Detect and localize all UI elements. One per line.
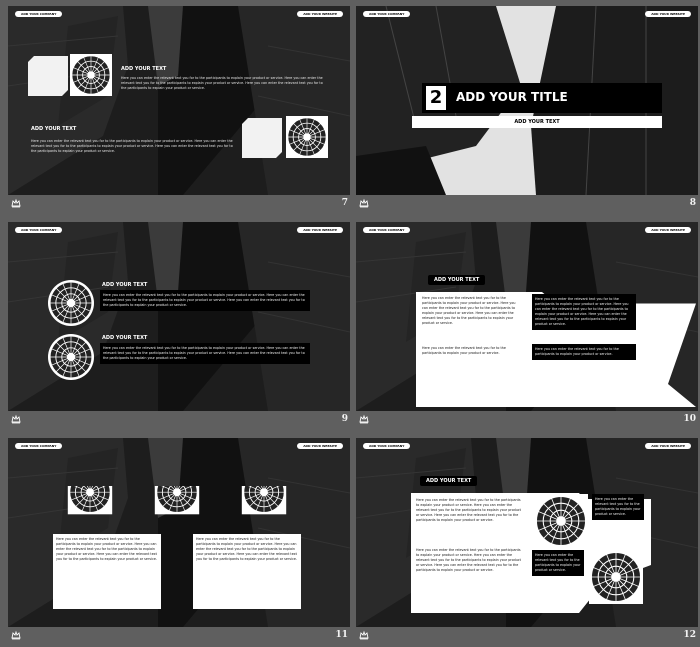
glass-dome-icon <box>140 486 214 528</box>
title-digit: 2 <box>426 86 446 110</box>
paragraph-main: Here you can enter the relevant text you… <box>416 498 521 522</box>
crown-star-icon <box>11 414 21 424</box>
website-pill: ADD YOUR WEBSITE <box>645 443 691 449</box>
slide-footer: 9 <box>8 411 350 431</box>
crown-star-icon <box>11 198 21 208</box>
glass-dome-icon <box>53 486 127 528</box>
slide-number: 8 <box>689 198 696 208</box>
slide-number: 9 <box>341 414 348 424</box>
glass-dome-icon <box>48 280 94 326</box>
slide-footer: 11 <box>8 627 350 647</box>
slide-thumbnail-7[interactable]: ADD YOUR COMPANY ADD YOUR WEBSITE ADD YO… <box>8 6 350 215</box>
heading-2: ADD YOUR TEXT <box>102 335 148 341</box>
glass-dome-icon <box>48 334 94 380</box>
company-pill: ADD YOUR COMPANY <box>15 443 63 449</box>
white-shape <box>28 56 68 96</box>
glass-dome-icon <box>227 486 301 528</box>
slide-thumbnail-8[interactable]: ADD YOUR COMPANY ADD YOUR WEBSITE 2 ADD … <box>356 6 698 215</box>
paragraph-left: Here you can enter the relevant text you… <box>422 296 516 325</box>
company-pill: ADD YOUR COMPANY <box>15 227 63 233</box>
slide-canvas: ADD YOUR COMPANY ADD YOUR WEBSITE ADD YO… <box>356 222 698 411</box>
slide-canvas: ADD YOUR COMPANY ADD YOUR WEBSITE ADD YO… <box>8 6 350 195</box>
slide-thumbnail-10[interactable]: ADD YOUR COMPANY ADD YOUR WEBSITE ADD YO… <box>356 222 698 431</box>
website-pill: ADD YOUR WEBSITE <box>645 227 691 233</box>
company-pill: ADD YOUR COMPANY <box>363 11 411 17</box>
heading-2: ADD YOUR TEXT <box>31 126 77 132</box>
paragraph-1: Here you can enter the relevant text you… <box>121 76 323 90</box>
slide-thumbnail-11[interactable]: ADD YOUR COMPANY ADD YOUR WEBSITE Here y… <box>8 438 350 647</box>
paragraph-side-1: Here you can enter the relevant text you… <box>592 494 644 520</box>
heading-1: ADD YOUR TEXT <box>102 282 148 288</box>
website-pill: ADD YOUR WEBSITE <box>645 11 691 17</box>
slide-number: 12 <box>683 630 696 640</box>
paragraph-2: Here you can enter the relevant text you… <box>31 139 233 153</box>
company-pill: ADD YOUR COMPANY <box>15 11 63 17</box>
slide-footer: 10 <box>356 411 698 431</box>
glass-dome-icon <box>286 116 328 158</box>
crown-star-icon <box>359 630 369 640</box>
glass-dome-icon <box>532 494 590 548</box>
slide-number: 10 <box>683 414 696 424</box>
paragraph-1: Here you can enter the relevant text you… <box>100 290 310 311</box>
glass-dome-icon <box>588 550 644 604</box>
slide-canvas: ADD YOUR COMPANY ADD YOUR WEBSITE ADD YO… <box>8 222 350 411</box>
company-pill: ADD YOUR COMPANY <box>363 443 411 449</box>
slide-thumbnail-9[interactable]: ADD YOUR COMPANY ADD YOUR WEBSITE ADD YO… <box>8 222 350 431</box>
heading-tag: ADD YOUR TEXT <box>420 476 478 486</box>
slide-thumbnail-12[interactable]: ADD YOUR COMPANY ADD YOUR WEBSITE ADD YO… <box>356 438 698 647</box>
heading-tag: ADD YOUR TEXT <box>428 275 486 285</box>
website-pill: ADD YOUR WEBSITE <box>297 11 343 17</box>
paragraph-main-cont: Here you can enter the relevant text you… <box>416 548 521 572</box>
paragraph-right: Here you can enter the relevant text you… <box>532 294 636 330</box>
heading-1: ADD YOUR TEXT <box>121 66 167 72</box>
company-pill: ADD YOUR COMPANY <box>363 227 411 233</box>
paragraph-2: Here you can enter the relevant text you… <box>100 343 310 364</box>
slide-number: 11 <box>335 630 348 640</box>
crown-star-icon <box>359 414 369 424</box>
subtitle-bar: ADD YOUR TEXT <box>412 116 662 128</box>
slide-footer: 12 <box>356 627 698 647</box>
glass-dome-icon <box>70 54 112 96</box>
crown-star-icon <box>11 630 21 640</box>
slide-canvas: ADD YOUR COMPANY ADD YOUR WEBSITE Here y… <box>8 438 350 627</box>
slide-footer: 7 <box>8 195 350 215</box>
slide-number: 7 <box>341 198 348 208</box>
crown-star-icon <box>359 198 369 208</box>
website-pill: ADD YOUR WEBSITE <box>297 227 343 233</box>
paragraph-right: Here you can enter the relevant text you… <box>193 534 301 609</box>
slide-canvas: ADD YOUR COMPANY ADD YOUR WEBSITE ADD YO… <box>356 438 698 627</box>
paragraph-left: Here you can enter the relevant text you… <box>53 534 161 609</box>
slide-title: ADD YOUR TITLE <box>456 90 568 104</box>
slide-footer: 8 <box>356 195 698 215</box>
website-pill: ADD YOUR WEBSITE <box>297 443 343 449</box>
white-shape <box>242 118 282 158</box>
building-background <box>8 6 350 195</box>
paragraph-right-cont: Here you can enter the relevant text you… <box>532 344 636 360</box>
slide-canvas: ADD YOUR COMPANY ADD YOUR WEBSITE 2 ADD … <box>356 6 698 195</box>
paragraph-left-cont: Here you can enter the relevant text you… <box>422 346 506 355</box>
paragraph-side-2: Here you can enter the relevant text you… <box>532 550 584 576</box>
